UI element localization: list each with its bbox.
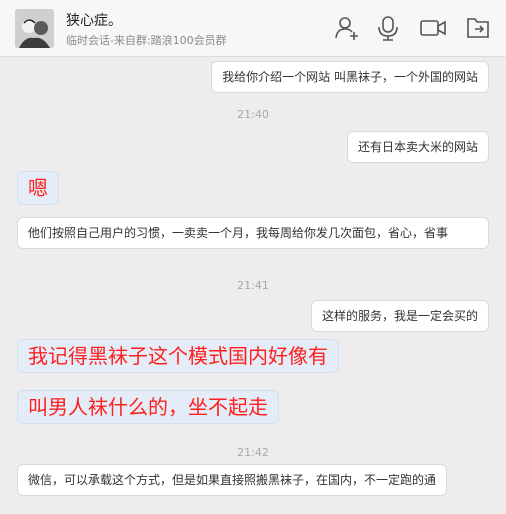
message-bubble[interactable]: 我给你介绍一个网站 叫黑袜子，一个外国的网站 — [211, 61, 489, 93]
chat-subtitle: 临时会话-来自群:踏浪100会员群 — [66, 34, 227, 47]
message-bubble[interactable]: 他们按照自己用户的习惯，一卖卖一个月，我每周给你发几次面包，省心，省事 — [17, 217, 489, 249]
message-bubble[interactable]: 微信，可以承载这个方式，但是如果直接照搬黑袜子，在国内，不一定跑的通 — [17, 464, 448, 496]
chat-title: 狭心症。 — [66, 13, 122, 29]
avatar[interactable] — [15, 9, 54, 48]
message-bubble-emphasis[interactable]: 嗯 — [17, 171, 59, 205]
add-contact-icon[interactable] — [333, 14, 361, 42]
message-list[interactable]: 我给你介绍一个网站 叫黑袜子，一个外国的网站 21:40 还有日本卖大米的网站 … — [0, 57, 506, 514]
share-screen-icon[interactable] — [464, 14, 492, 42]
message-bubble-emphasis[interactable]: 我记得黑袜子这个模式国内好像有 — [17, 339, 339, 373]
chat-header: 狭心症。 临时会话-来自群:踏浪100会员群 — [0, 0, 506, 57]
message-bubble[interactable]: 还有日本卖大米的网站 — [346, 131, 489, 163]
timestamp: 21:40 — [237, 108, 269, 121]
message-bubble[interactable]: 这样的服务，我是一定会买的 — [310, 300, 489, 332]
message-bubble-emphasis[interactable]: 叫男人袜什么的，坐不起走 — [17, 390, 279, 424]
timestamp: 21:42 — [237, 446, 269, 459]
voice-call-icon[interactable] — [374, 14, 402, 42]
video-call-icon[interactable] — [419, 14, 447, 42]
timestamp: 21:41 — [237, 279, 269, 292]
